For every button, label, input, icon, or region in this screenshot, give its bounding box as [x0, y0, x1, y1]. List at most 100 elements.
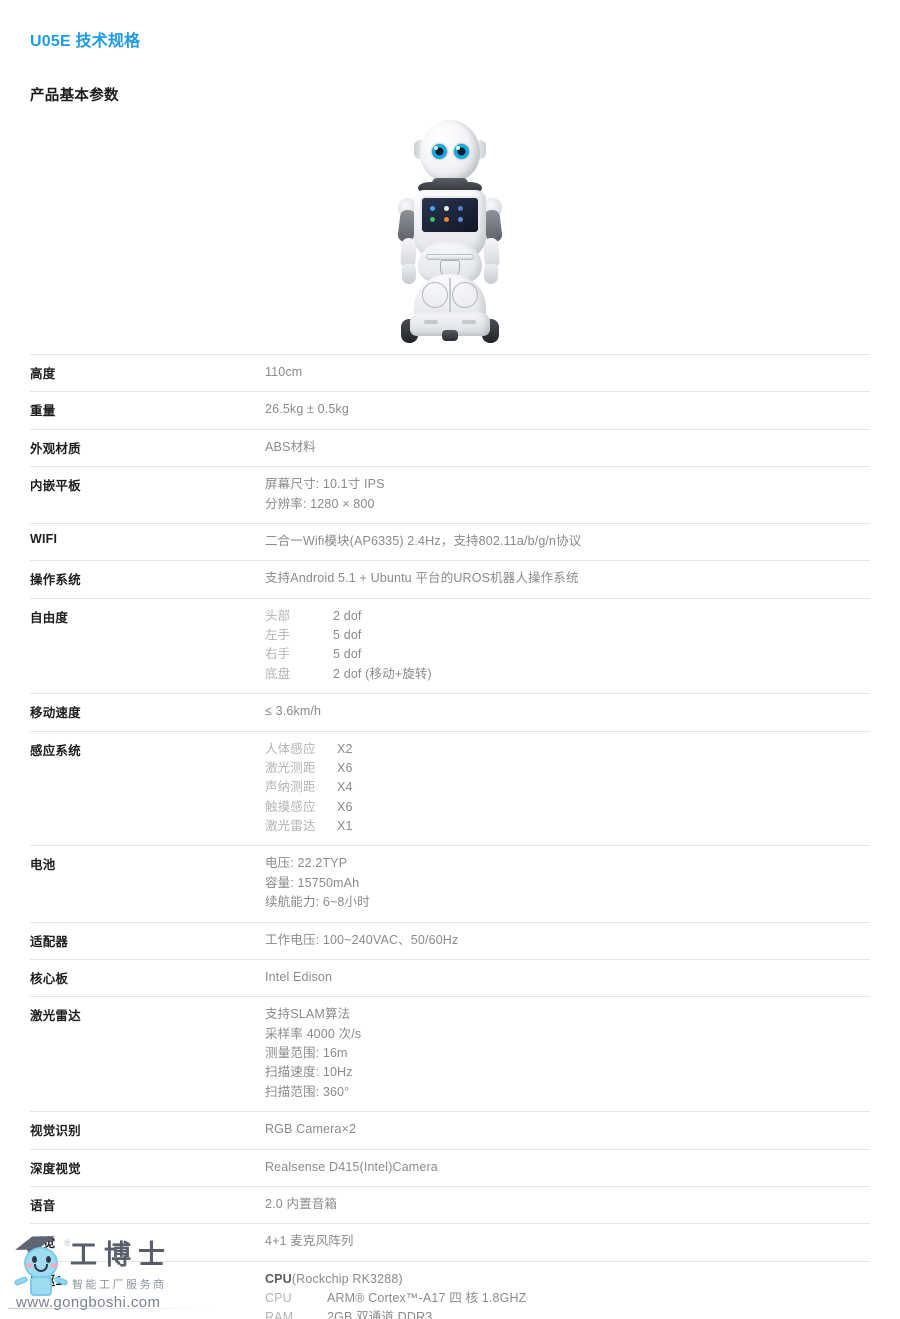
spec-sublist: 人体感应 X2 激光测距 X6 声纳测距 X4 触摸感应 X6 激光雷达 X1 — [265, 740, 870, 837]
spec-value-line: 电压: 22.2TYP — [265, 856, 348, 871]
spec-row: 内嵌平板 屏幕尺寸: 10.1寸 IPS 分辨率: 1280 × 800 — [30, 466, 870, 524]
spec-row-value: 2.0 内置音箱 — [265, 1186, 870, 1223]
chip-detail-label: RAM — [265, 1310, 294, 1319]
chip-heading-label: CPU — [265, 1271, 292, 1286]
spec-sublist-value: 2 dof (移动+旋转) — [333, 666, 432, 681]
robot-screen-app-icon — [458, 217, 463, 222]
spec-row-value: 26.5kg ± 0.5kg — [265, 392, 870, 429]
spec-row: 感应系统 人体感应 X2 激光测距 X6 声纳测距 X4 触摸感应 X6 激光雷达 X1 — [30, 731, 870, 846]
spec-sublist-row: 头部 2 dof — [265, 607, 870, 626]
robot-hand-right — [484, 264, 498, 284]
spec-row-value: Intel Edison — [265, 959, 870, 996]
spec-row: 自由度 头部 2 dof 左手 5 dof 右手 5 dof 底盘 2 dof (移动+旋转) — [30, 598, 870, 694]
spec-row: 重量 26.5kg ± 0.5kg — [30, 391, 870, 430]
spec-sublist-value: X2 — [337, 741, 353, 756]
brand-url: www.gongboshi.com — [16, 1294, 161, 1311]
spec-row-label: 语音 — [30, 1198, 56, 1213]
spec-row-value: 头部 2 dof 左手 5 dof 右手 5 dof 底盘 2 dof (移动+旋转) — [265, 598, 870, 694]
spec-sublist-label: 右手 — [265, 647, 291, 662]
spec-row-value: Realsense D415(Intel)Camera — [265, 1149, 870, 1186]
robot-eye-highlight-right — [456, 146, 460, 150]
spec-value-line: 工作电压: 100~240VAC、50/60Hz — [265, 932, 459, 947]
section-title: 产品基本参数 — [30, 88, 119, 104]
chip-heading-model: (Rockchip RK3288) — [291, 1271, 403, 1286]
spec-row: 外观材质 ABS材料 — [30, 429, 870, 467]
spec-row-label: 移动速度 — [30, 706, 81, 721]
mascot-eye-right — [46, 1256, 51, 1263]
spec-row-value: 支持Android 5.1 + Ubuntu 平台的UROS机器人操作系统 — [265, 561, 870, 598]
specification-table: 高度 110cm 重量 26.5kg ± 0.5kg 外观材质 ABS材料 内嵌平板 屏幕尺寸… — [30, 354, 870, 1319]
spec-row: 移动速度 ≤ 3.6km/h — [30, 693, 870, 731]
spec-sublist-value: 2 dof — [333, 608, 362, 623]
spec-row: 电池 电压: 22.2TYP 容量: 15750mAh 续航能力: 6~8小时 — [30, 845, 870, 922]
spec-value-line: 测量范围: 16m — [265, 1046, 348, 1060]
spec-sublist-label: 触摸感应 — [265, 799, 316, 814]
spec-value-line: ABS材料 — [265, 439, 316, 454]
product-hero-image — [0, 112, 900, 350]
robot-knee-left — [422, 282, 448, 308]
robot-chest-screen — [420, 196, 480, 234]
spec-sublist-row: 激光雷达 X1 — [265, 817, 870, 836]
spec-row-value: ≤ 3.6km/h — [265, 694, 870, 731]
spec-value-line: 26.5kg ± 0.5kg — [265, 402, 350, 417]
spec-value-line: 2.0 内置音箱 — [265, 1196, 338, 1211]
spec-value-line: 支持SLAM算法 — [265, 1007, 351, 1022]
spec-sublist-row: 右手 5 dof — [265, 645, 870, 664]
robot-head — [420, 120, 480, 182]
spec-sublist-value: X6 — [337, 799, 353, 814]
robot-caster-wheel — [442, 330, 458, 341]
spec-value-line: 采样率 4000 次/s — [265, 1026, 362, 1041]
spec-row-label: 视觉识别 — [30, 1124, 81, 1139]
robot-figure — [374, 114, 526, 350]
spec-value-line: 二合一Wifi模块(AP6335) 2.4Hz，支持802.11a/b/g/n协… — [265, 533, 582, 548]
watermark: ® 工博士 智能工厂服务商 www.gongboshi.com — [8, 1232, 213, 1314]
spec-value-line: 容量: 15750mAh — [265, 875, 360, 890]
spec-sublist-row: 底盘 2 dof (移动+旋转) — [265, 665, 870, 684]
spec-row-label: 自由度 — [30, 610, 69, 625]
brand-tagline: 智能工厂服务商 — [72, 1279, 167, 1291]
spec-sublist-label: 底盘 — [265, 666, 291, 681]
spec-row-value: ABS材料 — [265, 429, 870, 466]
spec-sublist-label: 声纳测距 — [265, 780, 316, 795]
spec-sublist-value: X4 — [337, 780, 353, 795]
page-title: U05E 技术规格 — [30, 33, 141, 50]
spec-row: WIFI 二合一Wifi模块(AP6335) 2.4Hz，支持802.11a/b/… — [30, 523, 870, 561]
mascot-blush-left — [25, 1263, 33, 1268]
mascot-blush-right — [50, 1263, 58, 1268]
spec-row-label: 深度视觉 — [30, 1161, 81, 1176]
spec-sublist-row: 声纳测距 X4 — [265, 778, 870, 797]
spec-value-line: 扫描速度: 10Hz — [265, 1065, 353, 1080]
robot-knee-right — [452, 282, 478, 308]
spec-sublist-label: 左手 — [265, 628, 291, 642]
robot-screen-app-icon — [430, 206, 435, 211]
spec-value-line: Intel Edison — [265, 969, 333, 984]
robot-screen-app-icon — [444, 217, 449, 222]
spec-value-line: 支持Android 5.1 + Ubuntu 平台的UROS机器人操作系统 — [265, 571, 579, 586]
robot-screen-app-icon — [458, 206, 463, 211]
spec-value-line: 扫描范围: 360° — [265, 1084, 350, 1099]
brand-name: 工博士 — [70, 1240, 172, 1271]
spec-row: 核心板 Intel Edison — [30, 959, 870, 997]
spec-value-line: 110cm — [265, 365, 303, 379]
spec-row-label: 内嵌平板 — [30, 479, 81, 494]
spec-row-label: WIFI — [30, 531, 58, 546]
spec-row: 语音 2.0 内置音箱 — [30, 1186, 870, 1224]
chip-detail-row: RAM 2GB 双通道 DDR3 — [265, 1308, 870, 1319]
spec-sublist-row: 左手 5 dof — [265, 626, 870, 645]
spec-row-value: 支持SLAM算法 采样率 4000 次/s 测量范围: 16m 扫描速度: 10Hz 扫… — [265, 997, 870, 1112]
spec-value-line: 分辨率: 1280 × 800 — [265, 496, 375, 511]
spec-sublist-value: X1 — [337, 819, 353, 833]
spec-row-value: 二合一Wifi模块(AP6335) 2.4Hz，支持802.11a/b/g/n协… — [265, 523, 870, 560]
mascot-body — [30, 1276, 52, 1296]
spec-row-label: 激光雷达 — [30, 1009, 81, 1024]
spec-sublist-label: 激光测距 — [265, 760, 316, 775]
spec-row-value: 工作电压: 100~240VAC、50/60Hz — [265, 922, 870, 959]
spec-row-label: 适配器 — [30, 934, 69, 949]
spec-value-line: 屏幕尺寸: 10.1寸 IPS — [265, 477, 385, 492]
spec-sublist: 头部 2 dof 左手 5 dof 右手 5 dof 底盘 2 dof (移动+旋转) — [265, 607, 870, 685]
spec-row: 操作系统 支持Android 5.1 + Ubuntu 平台的UROS机器人操作系… — [30, 560, 870, 599]
chip-detail-label: CPU — [265, 1291, 292, 1305]
spec-row: 深度视觉 Realsense D415(Intel)Camera — [30, 1149, 870, 1187]
spec-row-label: 核心板 — [30, 971, 69, 986]
spec-row-label: 感应系统 — [30, 743, 81, 758]
